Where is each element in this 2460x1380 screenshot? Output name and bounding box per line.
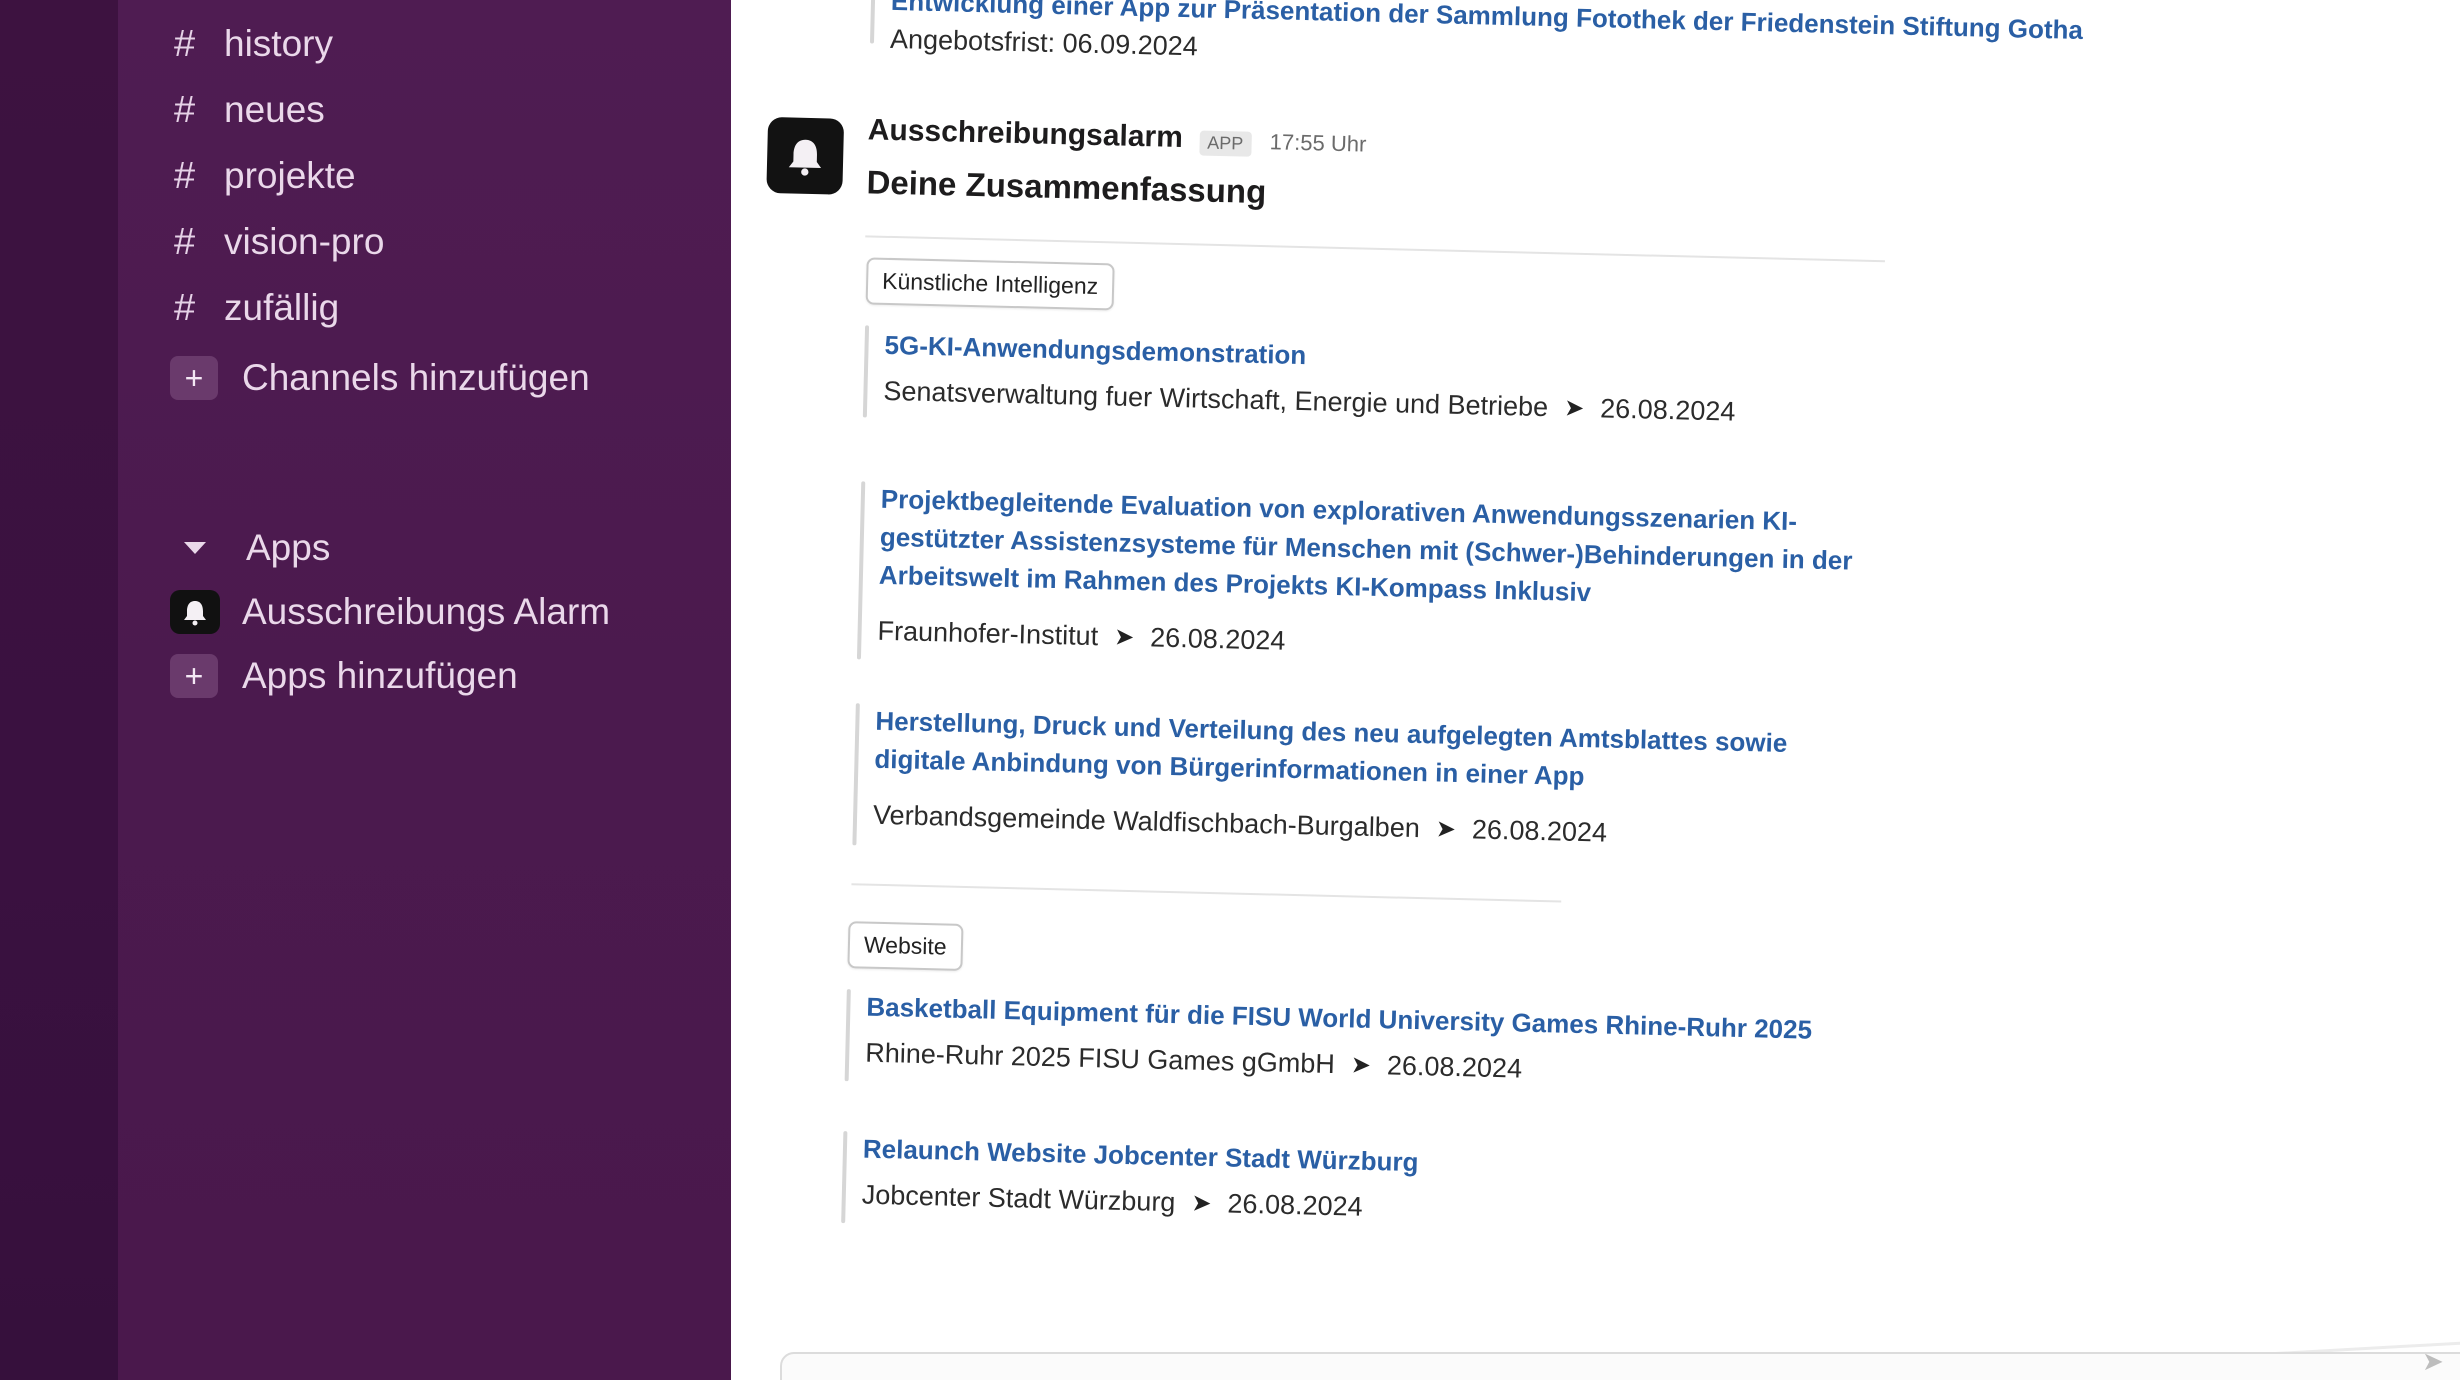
tender-meta: Verbandsgemeinde Waldfischbach-Burgalben… [873, 800, 1608, 849]
tender-link[interactable]: Relaunch Website Jobcenter Stadt Würzbur… [863, 1130, 1419, 1182]
channel-label: projekte [224, 155, 356, 196]
tender-link[interactable]: Basketball Equipment für die FISU World … [866, 988, 1813, 1049]
hash-icon: # [174, 22, 196, 65]
tender-org: Fraunhofer-Institut [877, 615, 1099, 652]
message-list: Entwicklung einer App zur Präsentation d… [697, 0, 2083, 1380]
plus-icon: + [170, 356, 218, 400]
message-time[interactable]: 17:55 Uhr [1269, 129, 1366, 156]
add-channels-label: Channels hinzufügen [242, 357, 590, 398]
hash-icon: # [174, 88, 196, 131]
sidebar: # history # neues # projekte # vision-pr… [118, 0, 731, 1380]
tag-website: Website [847, 921, 964, 971]
previous-deadline: Angebotsfrist: 06.09.2024 [889, 23, 1199, 62]
quote-bar [841, 1131, 848, 1224]
sidebar-item-projekte[interactable]: # projekte [174, 148, 356, 204]
hash-icon: # [174, 220, 196, 263]
tender-date: 26.08.2024 [1471, 814, 1608, 848]
divider [851, 883, 1562, 903]
tender-meta: Rhine-Ruhr 2025 FISU Games gGmbH ➤ 26.08… [865, 1038, 1522, 1085]
channel-label: neues [224, 89, 325, 130]
message-header: Ausschreibungsalarm APP 17:55 Uhr [867, 113, 1367, 159]
arrow-right-icon: ➤ [1563, 394, 1585, 422]
hash-icon: # [174, 286, 196, 329]
arrow-right-icon: ➤ [1113, 623, 1135, 652]
tender-meta: Fraunhofer-Institut ➤ 26.08.2024 [877, 616, 1285, 657]
add-apps-button[interactable]: + Apps hinzufügen [170, 648, 518, 704]
app-window: # history # neues # projekte # vision-pr… [0, 0, 2460, 1380]
arrow-right-icon: ➤ [1435, 815, 1457, 843]
apps-section-toggle[interactable]: Apps [174, 520, 330, 576]
tender-link[interactable]: Projektbegleitende Evaluation von explor… [879, 480, 1861, 618]
quote-bar [856, 481, 866, 660]
quote-bar [869, 0, 876, 44]
channel-label: vision-pro [224, 221, 385, 262]
tender-meta: Jobcenter Stadt Würzburg ➤ 26.08.2024 [861, 1179, 1363, 1223]
app-badge: APP [1198, 130, 1252, 158]
message-pane: Entwicklung einer App zur Präsentation d… [731, 0, 2460, 1380]
channel-label: history [224, 23, 333, 64]
tender-date: 26.08.2024 [1599, 393, 1736, 427]
sidebar-item-ausschreibungs-alarm[interactable]: Ausschreibungs Alarm [170, 584, 611, 640]
apps-header: Apps [246, 527, 331, 568]
arrow-right-icon: ➤ [1350, 1051, 1372, 1079]
hash-icon: # [174, 154, 196, 197]
sidebar-item-zufaellig[interactable]: # zufällig [174, 280, 339, 336]
tender-org: Jobcenter Stadt Würzburg [861, 1179, 1176, 1218]
arrow-right-icon: ➤ [1191, 1189, 1212, 1218]
channel-label: zufällig [224, 287, 340, 328]
divider [865, 235, 1885, 263]
tag-kuenstliche-intelligenz: Künstliche Intelligenz [865, 257, 1115, 311]
sidebar-item-history[interactable]: # history [174, 16, 333, 72]
tender-meta: Senatsverwaltung fuer Wirtschaft, Energi… [883, 376, 1736, 428]
tender-link[interactable]: Herstellung, Druck und Verteilung des ne… [874, 702, 1816, 801]
quote-bar [852, 703, 860, 846]
message-title: Deine Zusammenfassung [866, 163, 1267, 211]
tender-org: Verbandsgemeinde Waldfischbach-Burgalben [872, 799, 1421, 844]
add-apps-label: Apps hinzufügen [242, 655, 518, 696]
app-label: Ausschreibungs Alarm [242, 591, 611, 632]
alarm-bell-icon [788, 139, 822, 176]
quote-bar [844, 989, 851, 1082]
workspace-rail [0, 0, 118, 1380]
message-composer[interactable] [780, 1352, 2460, 1380]
tender-date: 26.08.2024 [1386, 1050, 1523, 1084]
tender-org: Rhine-Ruhr 2025 FISU Games gGmbH [864, 1037, 1336, 1080]
quote-bar [862, 325, 870, 418]
sidebar-item-vision-pro[interactable]: # vision-pro [174, 214, 384, 270]
add-channels-button[interactable]: + Channels hinzufügen [170, 350, 590, 406]
tender-date: 26.08.2024 [1149, 622, 1286, 656]
bot-avatar[interactable] [766, 116, 845, 195]
sidebar-item-neues[interactable]: # neues [174, 82, 325, 138]
caret-down-icon [184, 542, 206, 554]
tender-org: Senatsverwaltung fuer Wirtschaft, Energi… [883, 375, 1549, 423]
plus-icon: + [170, 654, 218, 698]
send-icon[interactable]: ➤ [2422, 1346, 2444, 1377]
alarm-bell-icon [170, 590, 220, 634]
sender-name[interactable]: Ausschreibungsalarm [867, 113, 1183, 154]
tender-date: 26.08.2024 [1227, 1188, 1363, 1222]
